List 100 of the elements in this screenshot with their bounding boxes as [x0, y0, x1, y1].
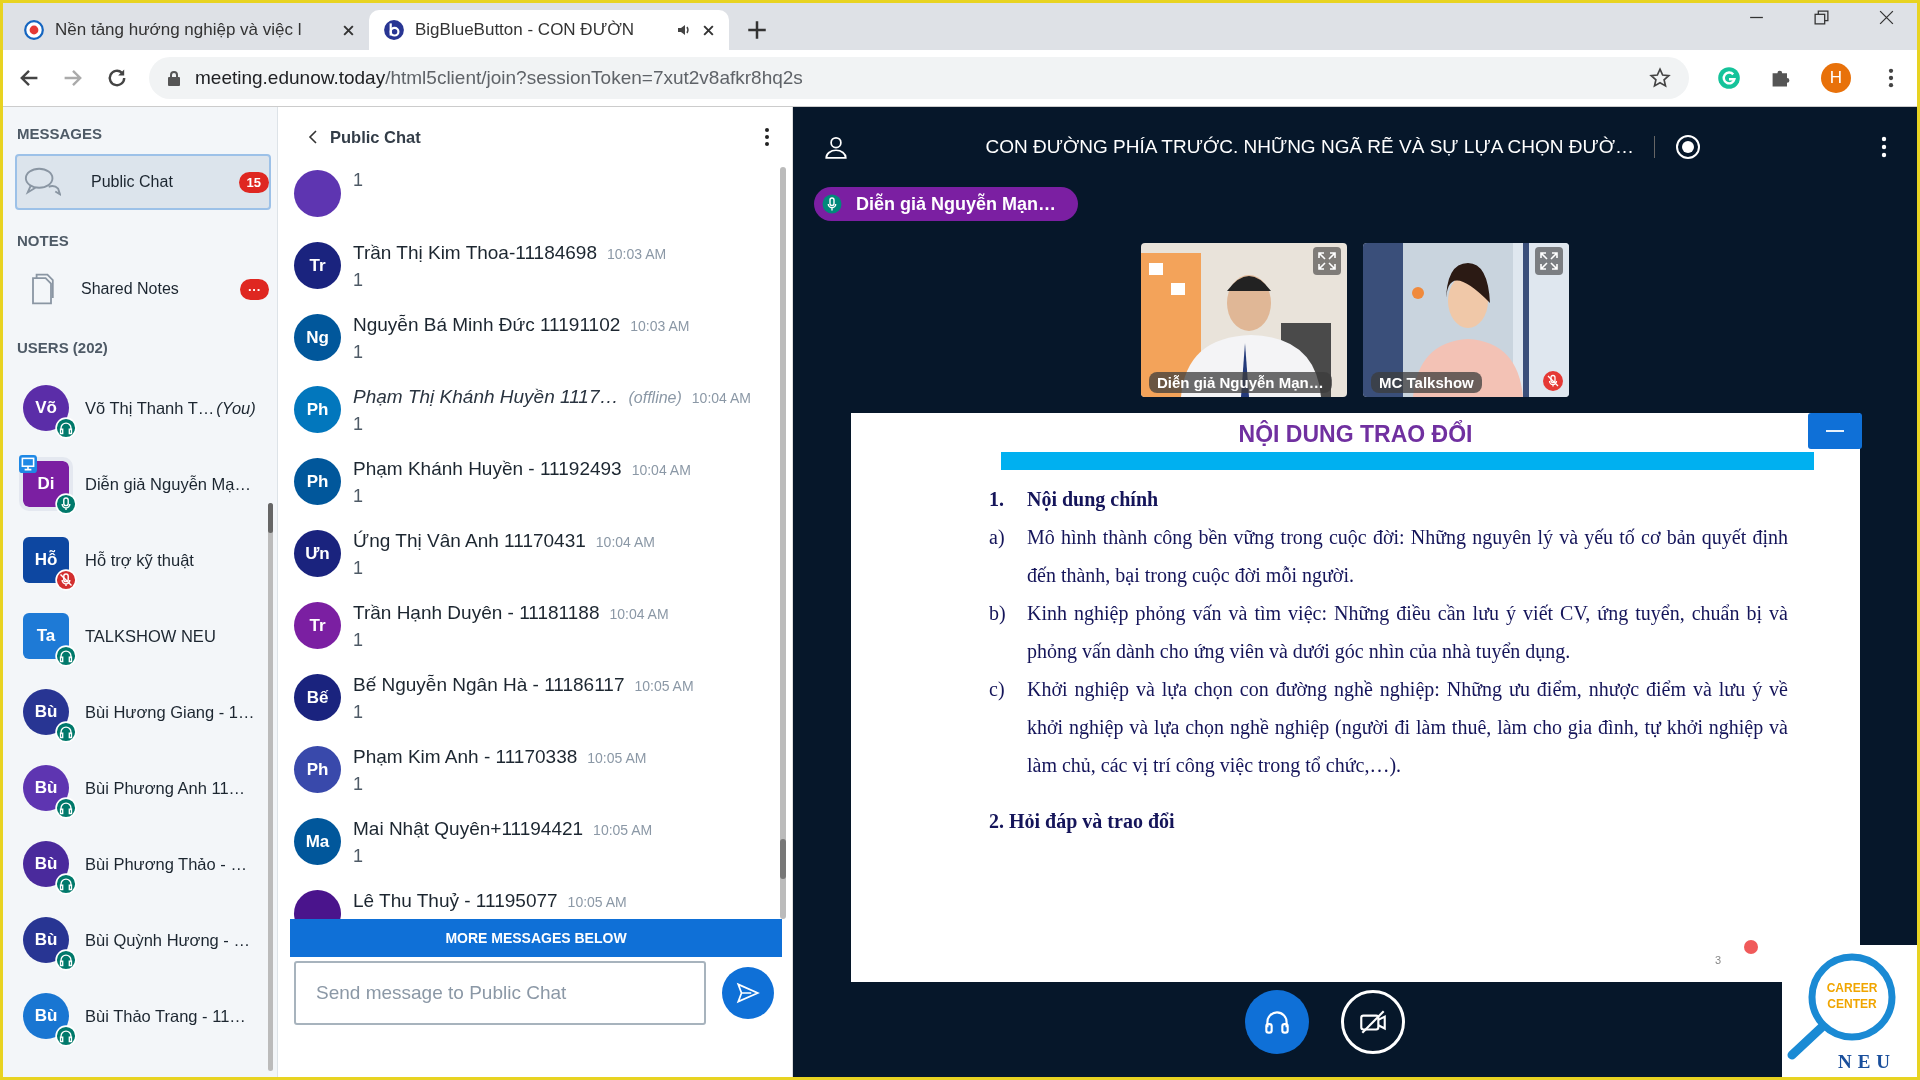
- user-avatar: Ma: [294, 818, 341, 865]
- user-avatar: Tr: [294, 242, 341, 289]
- speaker-icon[interactable]: [676, 22, 692, 38]
- sender-name: Mai Nhật Quyên+11194421: [353, 818, 584, 840]
- shared-notes-item[interactable]: Shared Notes ···: [15, 261, 271, 317]
- user-avatar: Bế: [294, 674, 341, 721]
- user-avatar: Ph: [294, 386, 341, 433]
- user-avatar: Võ: [23, 385, 69, 431]
- pointer-dot: [1744, 940, 1758, 954]
- user-avatar: Hỗ: [23, 537, 69, 583]
- user-name: Võ Thị Thanh T…(You): [85, 398, 256, 418]
- user-row[interactable]: Võ Võ Thị Thanh T…(You): [23, 370, 267, 446]
- panel-title: Public Chat: [330, 127, 422, 147]
- close-icon[interactable]: [1878, 9, 1895, 26]
- user-row[interactable]: Bù Bùi Phương Thảo - …: [23, 826, 267, 902]
- message-text: 1: [353, 270, 364, 291]
- message-time: 10:05 AM: [634, 678, 694, 694]
- message-time: 10:04 AM: [691, 390, 751, 406]
- user-name: Bùi Quỳnh Hương - …: [85, 930, 250, 950]
- user-avatar: Bù: [23, 765, 69, 811]
- item-label: Public Chat: [91, 173, 174, 191]
- user-row[interactable]: Bù Bùi Hương Giang - 1…: [23, 674, 267, 750]
- message-time: 10:04 AM: [631, 462, 691, 478]
- lock-icon: [167, 70, 181, 86]
- scrollbar[interactable]: [780, 167, 786, 919]
- record-icon[interactable]: [1675, 134, 1701, 160]
- send-icon: [735, 980, 761, 1006]
- user-avatar: Bù: [23, 689, 69, 735]
- minus-icon: [1826, 429, 1844, 433]
- user-avatar: Bù: [23, 917, 69, 963]
- sender-name: Lê Thu Thuỷ - 11195077: [353, 890, 558, 912]
- message-text: 1: [353, 630, 364, 651]
- address-field[interactable]: meeting.edunow.today/html5client/join?sessionToken=7xut2v8afkr8hq2s: [149, 57, 1689, 99]
- list-number: 1.: [989, 487, 1005, 512]
- item-label: Shared Notes: [81, 280, 180, 298]
- public-chat-item[interactable]: Public Chat 15: [15, 154, 271, 210]
- meeting-title: CON ĐƯỜNG PHÍA TRƯỚC. NHỮNG NGÃ RẼ VÀ SỰ LỰA CHỌN ĐƯỜ…: [984, 136, 1634, 158]
- message-text: 1: [353, 486, 364, 507]
- sender-name: Bế Nguyễn Ngân Hà - 11186117: [353, 674, 625, 696]
- user-avatar: Tr: [294, 602, 341, 649]
- message-time: 10:04 AM: [595, 534, 655, 550]
- user-avatar: Ta: [23, 613, 69, 659]
- user-name: Bùi Hương Giang - 1…: [85, 702, 255, 722]
- fullscreen-icon[interactable]: [1313, 247, 1341, 275]
- sender-name: Trần Hạnh Duyên - 11181188: [353, 602, 600, 624]
- message-text: 1: [353, 558, 364, 579]
- slide-paragraph: Kinh nghiệp phỏng vấn và tìm việc: Những điều cần lưu ý viết CV, ứng tuyển, chuẩn bị và phỏng vấn dành cho ứng viên và dưới góc nhìn của nhà tuyển dụng.: [1027, 601, 1788, 665]
- user-row[interactable]: Bù Bùi Phương Anh 11…: [23, 750, 267, 826]
- close-icon[interactable]: [702, 23, 715, 37]
- slide-paragraph: Mô hình thành công bền vững trong cuộc đời: Những nguyên lý và yếu tố cơ bản quyết định đến thành, bại trong cuộc đời mỗi người.: [1027, 525, 1788, 589]
- send-button[interactable]: [722, 967, 774, 1019]
- user-avatar: Ng: [294, 314, 341, 361]
- user-icon[interactable]: [823, 134, 849, 160]
- message-input[interactable]: Send message to Public Chat: [294, 961, 706, 1025]
- message-text: 1: [353, 414, 364, 435]
- back-icon[interactable]: [308, 129, 318, 145]
- plus-icon[interactable]: [747, 20, 767, 40]
- scrollbar[interactable]: [268, 503, 273, 1071]
- user-row[interactable]: Bù Bùi Quỳnh Hương - …: [23, 902, 267, 978]
- user-avatar: Ph: [294, 746, 341, 793]
- logo-text: NEU: [1836, 1051, 1898, 1073]
- message-text: 1: [353, 774, 364, 795]
- sender-name: Trần Thị Kim Thoa-11184698: [353, 242, 597, 264]
- user-name: Diễn giả Nguyễn Mạ…: [85, 474, 251, 494]
- list-letter: a): [989, 525, 1006, 550]
- user-name: Bùi Phương Thảo - …: [85, 854, 247, 874]
- browser-tab[interactable]: BigBlueButton - CON ĐƯỜN: [369, 10, 729, 50]
- user-row[interactable]: Bù Bùi Thảo Trang - 11…: [23, 978, 267, 1054]
- user-row[interactable]: Hỗ Hỗ trợ kỹ thuật: [23, 522, 267, 598]
- user-name: TALKSHOW NEU: [85, 626, 216, 646]
- restore-icon[interactable]: [1813, 9, 1830, 26]
- more-options-icon[interactable]: [764, 127, 770, 147]
- user-avatar: Ph: [294, 458, 341, 505]
- user-avatar: Bù: [23, 841, 69, 887]
- star-icon[interactable]: [1649, 67, 1671, 89]
- user-row[interactable]: Di Diễn giả Nguyễn Mạ…: [23, 446, 267, 522]
- fullscreen-icon[interactable]: [1535, 247, 1563, 275]
- camera-button[interactable]: [1341, 990, 1405, 1054]
- message-time: 10:03 AM: [607, 246, 667, 262]
- sender-name: Phạm Khánh Huyền - 11192493: [353, 458, 622, 480]
- close-icon[interactable]: [342, 23, 355, 37]
- user-row[interactable]: Ta TALKSHOW NEU: [23, 598, 267, 674]
- browser-tab[interactable]: Nền tảng hướng nghiệp và việc l: [9, 10, 369, 50]
- slide-title: NỘI DUNG TRAO ĐỔI: [1237, 419, 1474, 448]
- video-label: MC Talkshow: [1371, 372, 1482, 393]
- user-name: Bùi Thảo Trang - 11…: [85, 1006, 246, 1026]
- section-heading: USERS (202): [16, 338, 109, 358]
- slide-paragraph: Khởi nghiệp và lựa chọn con đường nghề nghiệp: Những ưu điểm, nhược điểm và lưu ý về khởi nghiệp và lựa chọn nghề nghiệp (người đi làm thuê, làm cho gia đình, tự khởi nghiệp và làm chủ, các vị trí công việc trong tổ chức,…).: [1027, 677, 1788, 779]
- unread-count: 15: [238, 171, 269, 193]
- mic-icon: [822, 194, 842, 214]
- sender-name: Ứng Thị Vân Anh 11170431: [353, 530, 586, 552]
- more-options-icon[interactable]: [1881, 136, 1887, 158]
- letter-b-icon: [383, 19, 405, 41]
- sender-name: Phạm Kim Anh - 11170338: [353, 746, 578, 768]
- sender-name: Nguyễn Bá Minh Đức 11191102: [353, 314, 621, 336]
- user-avatar: Ưn: [294, 530, 341, 577]
- more-messages-button[interactable]: MORE MESSAGES BELOW: [290, 919, 782, 957]
- speaker-name: Diễn giả Nguyễn Mạn…: [856, 193, 1057, 215]
- message-time: 10:05 AM: [593, 822, 653, 838]
- section-heading: MESSAGES: [16, 124, 104, 144]
